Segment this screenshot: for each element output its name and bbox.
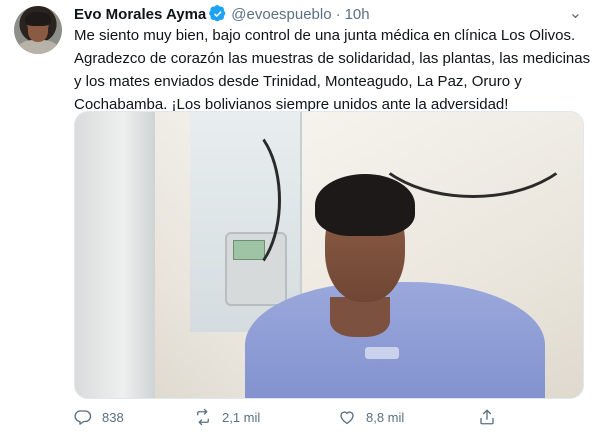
reply-icon xyxy=(74,410,92,425)
tweet-photo[interactable] xyxy=(74,111,584,399)
like-button[interactable]: 8,8 mil xyxy=(338,404,404,430)
tweet-text: Me siento muy bien, bajo control de una … xyxy=(74,24,591,116)
photo-person-neck xyxy=(330,297,390,337)
tweet-header: Evo Morales Ayma @evoespueblo · 10h xyxy=(74,4,370,24)
retweet-icon xyxy=(197,408,209,426)
photo-gown-logo xyxy=(365,347,399,359)
author-handle[interactable]: @evoespueblo xyxy=(231,6,331,23)
photo-cable xyxy=(195,122,281,278)
like-icon xyxy=(340,411,354,425)
retweet-button[interactable]: 2,1 mil xyxy=(194,404,260,430)
share-icon xyxy=(480,409,494,425)
avatar[interactable] xyxy=(14,6,62,54)
photo-person-hair xyxy=(315,174,415,236)
like-count: 8,8 mil xyxy=(366,409,405,425)
more-options-icon[interactable]: ⌄ xyxy=(564,3,588,23)
photo-curtain xyxy=(75,112,155,398)
share-button[interactable] xyxy=(478,404,496,430)
reply-count: 838 xyxy=(102,409,124,425)
avatar-shirt xyxy=(18,40,58,54)
separator-dot: · xyxy=(335,5,341,23)
photo-person-body xyxy=(245,282,545,398)
avatar-hair xyxy=(25,12,51,26)
retweet-count: 2,1 mil xyxy=(222,409,261,425)
author-name[interactable]: Evo Morales Ayma xyxy=(74,6,206,23)
tweet-text-line: Agradezco de corazón las muestras de sol… xyxy=(74,50,591,67)
tweet-time[interactable]: 10h xyxy=(345,6,370,23)
verified-badge-icon xyxy=(209,5,227,23)
tweet-actions: 838 2,1 mil 8,8 mil xyxy=(74,404,594,430)
tweet-text-line: Me siento muy bien, bajo control de una … xyxy=(74,27,576,44)
tweet-card[interactable]: Evo Morales Ayma @evoespueblo · 10h ⌄ Me… xyxy=(0,0,598,444)
tweet-text-line: y los mates enviados desde Trinidad, Mon… xyxy=(74,73,522,90)
reply-button[interactable]: 838 xyxy=(74,404,124,430)
